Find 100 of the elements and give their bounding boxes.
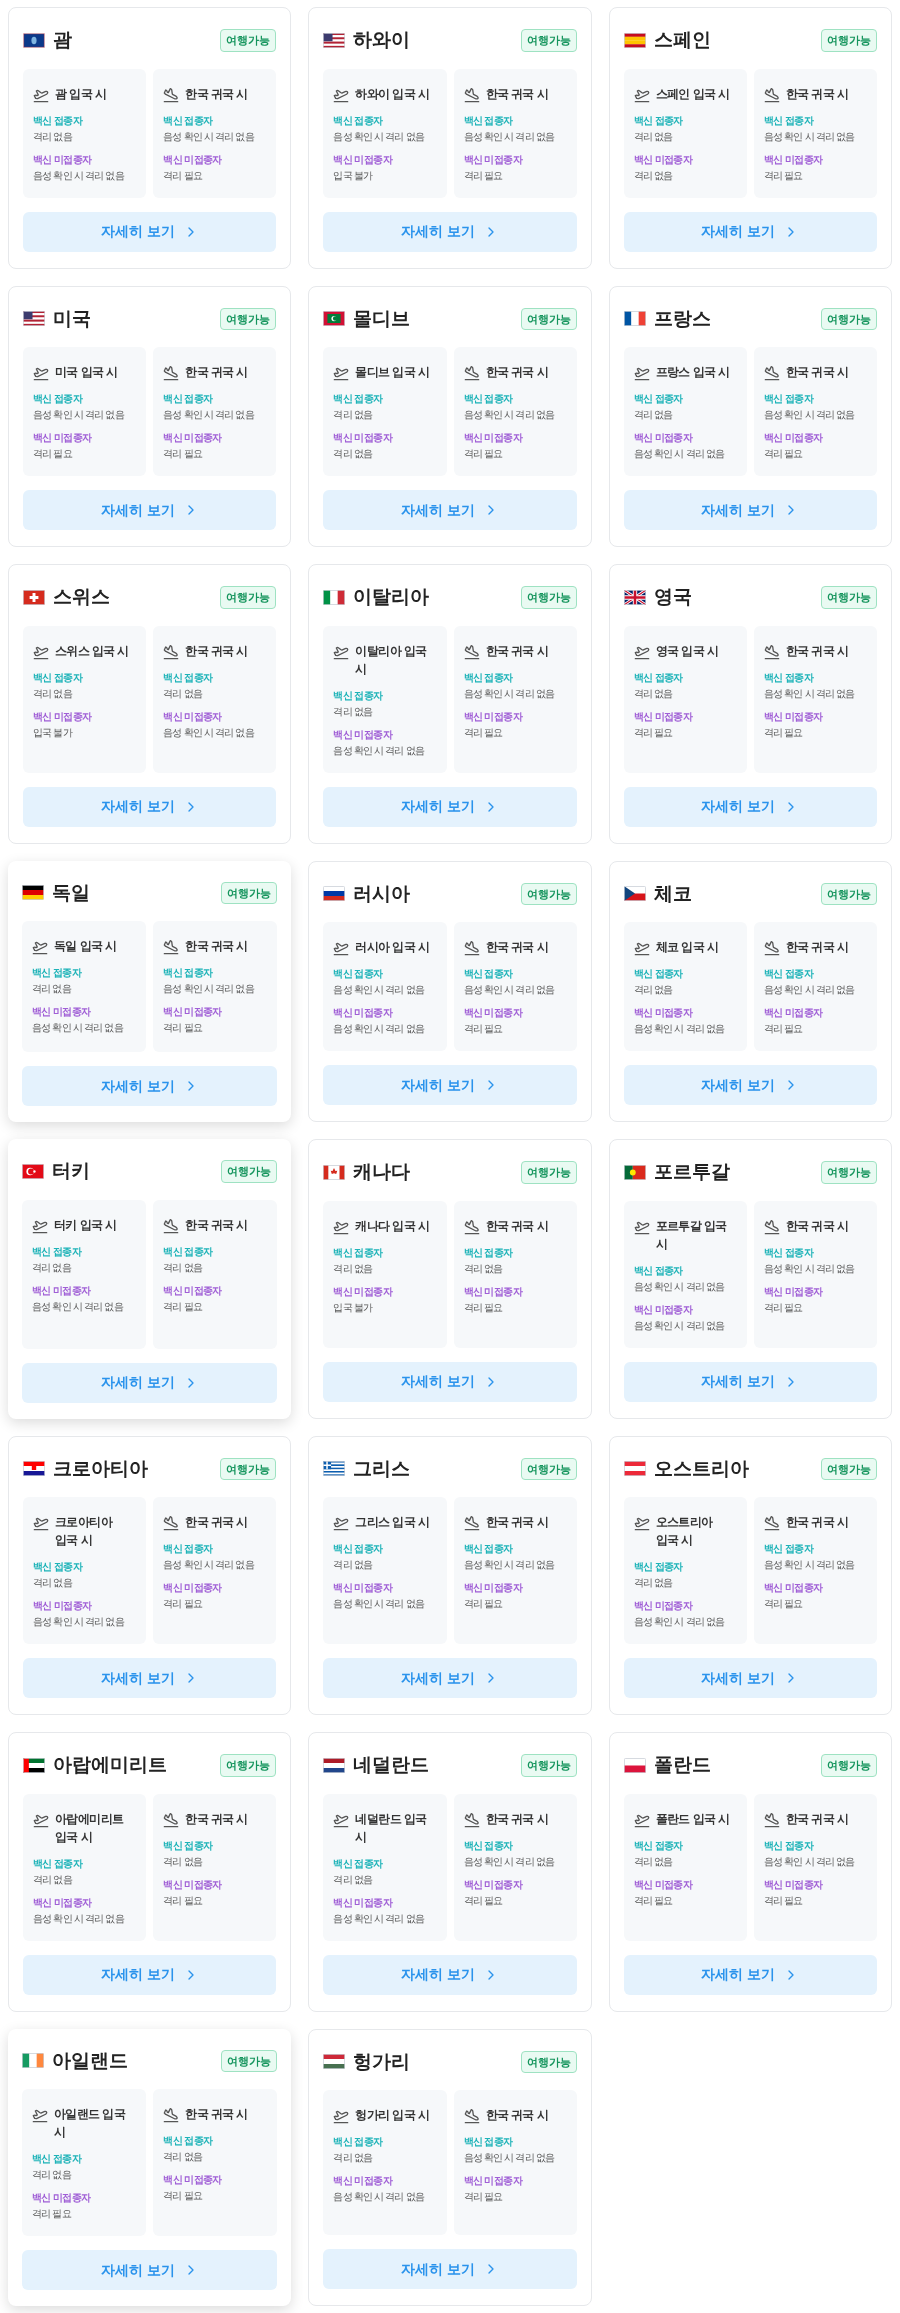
details-button[interactable]: 자세히 보기 bbox=[23, 786, 277, 827]
vaccinated-label: 백신 접종자 bbox=[32, 966, 83, 980]
unvaccinated-label: 백신 미접종자 bbox=[333, 1581, 394, 1595]
panel-title: 한국 귀국 시 bbox=[785, 1217, 849, 1235]
takeoff-icon bbox=[32, 939, 48, 955]
country-name: 캐나다 bbox=[353, 1160, 411, 1184]
status-badge: 여행가능 bbox=[520, 29, 577, 52]
unvaccinated-rule: 음성 확인 시 격리 없음 bbox=[633, 1615, 726, 1629]
panel-title: 괌 입국 시 bbox=[55, 85, 107, 103]
landing-icon bbox=[163, 643, 180, 660]
unvaccinated-label: 백신 미접종자 bbox=[763, 431, 824, 445]
details-button[interactable]: 자세히 보기 bbox=[23, 1658, 277, 1698]
takeoff-icon bbox=[333, 940, 350, 956]
unvaccinated-rule: 격리 필요 bbox=[463, 2190, 504, 2204]
country-name: 독일 bbox=[52, 880, 90, 905]
unvaccinated-rule: 격리 없음 bbox=[633, 168, 674, 183]
panel-title: 아일랜드 입국 시 bbox=[54, 2106, 127, 2141]
details-button[interactable]: 자세히 보기 bbox=[323, 1954, 577, 1995]
details-button[interactable]: 자세히 보기 bbox=[623, 1361, 877, 1402]
vaccinated-rule: 격리 없음 bbox=[33, 686, 73, 701]
unvaccinated-label: 백신 미접종자 bbox=[333, 152, 394, 167]
unvaccinated-label: 백신 미접종자 bbox=[633, 1599, 694, 1613]
vaccinated-label: 백신 접종자 bbox=[463, 1542, 514, 1556]
details-button[interactable]: 자세히 보기 bbox=[623, 1065, 877, 1105]
details-button[interactable]: 자세히 보기 bbox=[623, 211, 877, 252]
status-badge: 여행가능 bbox=[821, 1161, 877, 1184]
landing-icon bbox=[763, 643, 780, 660]
panel-title: 그리스 입국 시 bbox=[355, 1514, 430, 1531]
status-badge: 여행가능 bbox=[520, 586, 577, 609]
unvaccinated-rule: 격리 필요 bbox=[763, 725, 804, 740]
unvaccinated-label: 백신 미접종자 bbox=[32, 1005, 92, 1019]
unvaccinated-rule: 입국 불가 bbox=[333, 168, 374, 183]
details-button[interactable]: 자세히 보기 bbox=[623, 1658, 877, 1698]
panel-title: 영국 입국 시 bbox=[655, 642, 719, 660]
vaccinated-label: 백신 접종자 bbox=[33, 1856, 84, 1871]
vaccinated-rule: 음성 확인 시 격리 없음 bbox=[763, 686, 856, 701]
details-button[interactable]: 자세히 보기 bbox=[323, 786, 577, 827]
details-button[interactable]: 자세히 보기 bbox=[623, 786, 877, 827]
flag-icon bbox=[323, 886, 346, 902]
panel-title: 스위스 입국 시 bbox=[55, 642, 129, 660]
status-badge: 여행가능 bbox=[221, 881, 278, 904]
country-name: 오스트리아 bbox=[653, 1456, 749, 1481]
details-button[interactable]: 자세히 보기 bbox=[323, 1658, 577, 1698]
unvaccinated-rule: 음성 확인 시 격리 없음 bbox=[333, 1911, 426, 1926]
status-badge: 여행가능 bbox=[520, 882, 577, 905]
panel-title: 한국 귀국 시 bbox=[185, 2106, 248, 2123]
vaccinated-label: 백신 접종자 bbox=[333, 967, 384, 981]
vaccinated-label: 백신 접종자 bbox=[633, 113, 684, 128]
takeoff-icon bbox=[633, 365, 650, 381]
vaccinated-rule: 격리 없음 bbox=[333, 1872, 374, 1887]
details-button[interactable]: 자세히 보기 bbox=[22, 1362, 278, 1403]
vaccinated-rule: 격리 없음 bbox=[33, 1872, 73, 1887]
landing-icon bbox=[463, 1811, 480, 1828]
unvaccinated-rule: 음성 확인 시 격리 없음 bbox=[32, 1299, 124, 1314]
landing-icon bbox=[763, 365, 780, 381]
details-button[interactable]: 자세히 보기 bbox=[23, 1954, 277, 1995]
landing-icon bbox=[163, 86, 180, 103]
country-name: 하와이 bbox=[353, 28, 411, 52]
details-button[interactable]: 자세히 보기 bbox=[22, 1066, 278, 1106]
details-button[interactable]: 자세히 보기 bbox=[623, 1954, 877, 1995]
vaccinated-rule: 격리 없음 bbox=[633, 1854, 674, 1869]
details-button[interactable]: 자세히 보기 bbox=[22, 2250, 278, 2290]
country-name: 몰디브 bbox=[353, 306, 411, 331]
details-button[interactable]: 자세히 보기 bbox=[323, 2249, 577, 2289]
vaccinated-label: 백신 접종자 bbox=[163, 670, 214, 685]
unvaccinated-label: 백신 미접종자 bbox=[333, 431, 394, 445]
panel-title: 몰디브 입국 시 bbox=[355, 364, 430, 381]
country-name: 포르투갈 bbox=[653, 1160, 730, 1184]
unvaccinated-label: 백신 미접종자 bbox=[32, 1283, 92, 1298]
vaccinated-label: 백신 접종자 bbox=[463, 392, 514, 406]
details-button[interactable]: 자세히 보기 bbox=[323, 211, 577, 252]
unvaccinated-label: 백신 미접종자 bbox=[163, 1005, 223, 1019]
vaccinated-rule: 격리 없음 bbox=[33, 1576, 73, 1590]
details-button[interactable]: 자세히 보기 bbox=[323, 1065, 577, 1105]
details-button[interactable]: 자세히 보기 bbox=[323, 490, 577, 530]
landing-icon bbox=[463, 1515, 480, 1531]
details-button[interactable]: 자세히 보기 bbox=[23, 211, 277, 252]
details-button[interactable]: 자세히 보기 bbox=[23, 490, 277, 530]
vaccinated-label: 백신 접종자 bbox=[633, 1560, 684, 1574]
flag-icon bbox=[623, 1757, 646, 1773]
details-button[interactable]: 자세히 보기 bbox=[623, 490, 877, 530]
country-name: 미국 bbox=[53, 306, 91, 331]
landing-icon bbox=[163, 1217, 180, 1234]
takeoff-icon bbox=[333, 2108, 350, 2124]
vaccinated-label: 백신 접종자 bbox=[333, 1245, 384, 1260]
vaccinated-label: 백신 접종자 bbox=[633, 670, 684, 685]
unvaccinated-label: 백신 미접종자 bbox=[633, 431, 694, 445]
panel-title: 캐나다 입국 시 bbox=[355, 1217, 430, 1235]
landing-icon bbox=[163, 365, 180, 381]
takeoff-icon bbox=[333, 365, 350, 381]
details-button[interactable]: 자세히 보기 bbox=[323, 1361, 577, 1402]
panel-title: 한국 귀국 시 bbox=[185, 1216, 248, 1234]
panel-title: 한국 귀국 시 bbox=[185, 642, 248, 660]
vaccinated-rule: 격리 없음 bbox=[463, 1261, 504, 1276]
vaccinated-rule: 격리 없음 bbox=[633, 408, 674, 422]
landing-icon bbox=[463, 86, 480, 103]
panel-title: 한국 귀국 시 bbox=[785, 939, 849, 956]
panel-title: 한국 귀국 시 bbox=[785, 1514, 849, 1531]
vaccinated-rule: 음성 확인 시 격리 없음 bbox=[463, 983, 556, 997]
unvaccinated-rule: 격리 필요 bbox=[163, 1597, 203, 1611]
